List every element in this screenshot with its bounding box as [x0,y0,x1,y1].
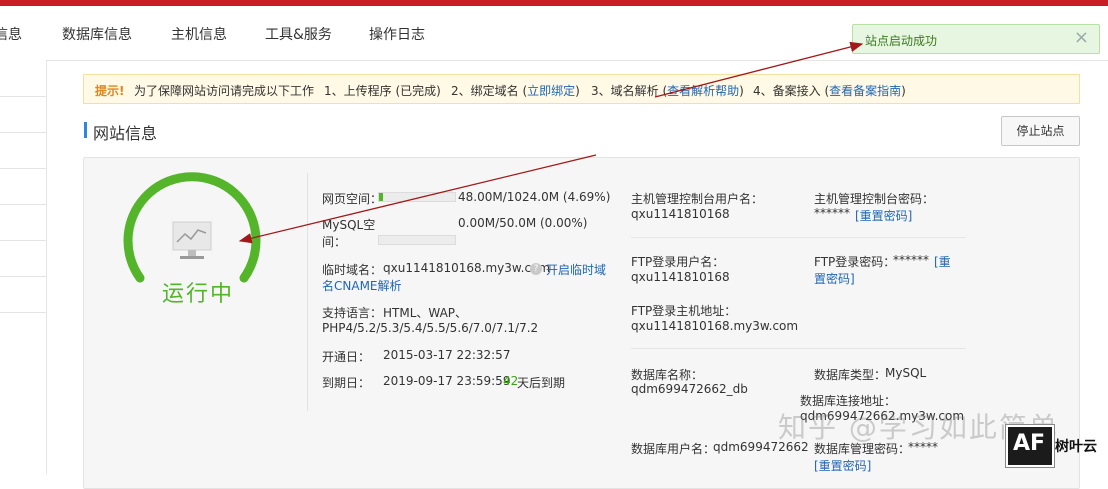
ftp-pwd-value: ****** [893,253,929,267]
nav-tab-info[interactable]: 信息 [0,24,22,44]
notice-step-dns: 3、域名解析 (查看解析帮助) [591,82,744,99]
nav-tab-tools-services[interactable]: 工具&服务 [265,24,332,44]
mysql-space-value: 0.00M/50.0M (0.00%) [458,216,588,230]
monitor-icon [172,221,212,259]
nav-tab-database-info[interactable]: 数据库信息 [62,24,132,44]
db-name-value: qdm699472662_db [631,382,748,396]
ctrl-user-label: 主机管理控制台用户名： [631,192,764,206]
sidebar-divider [0,240,46,241]
notice-step-text: ) [575,84,580,98]
ctrl-reset-password-link[interactable]: [重置密码] [855,207,912,224]
section-divider [631,237,966,238]
close-icon[interactable]: × [1074,27,1089,49]
sidebar-divider [0,168,46,169]
open-date-value: 2015-03-17 22:32:57 [383,348,511,362]
nav-tab-operation-log[interactable]: 操作日志 [369,24,425,44]
toast-message: 站点启动成功 [865,34,938,48]
db-type-label: 数据库类型： [814,368,887,382]
help-icon[interactable]: ? [530,261,542,275]
notice-step-upload: 1、上传程序 (已完成) [324,84,441,98]
ftp-reset-password-link-cont[interactable]: 置密码] [814,270,855,287]
web-space-bar [378,192,456,202]
open-date-label: 开通日： [322,350,371,364]
ftp-reset-password-link[interactable]: [重 [934,253,951,270]
mysql-space-label-1: MySQL空 [322,218,376,232]
notice-bar: 提示! 为了保障网站访问请完成以下工作 1、上传程序 (已完成) 2、绑定域名 … [83,74,1080,104]
section-divider [631,348,966,349]
web-space-label: 网页空间： [322,192,383,206]
temp-domain-value: qxu1141810168.my3w.com [383,261,551,275]
mysql-space-bar [378,235,456,245]
lang-value-2: PHP4/5.2/5.3/5.4/5.5/5.6/7.0/7.1/7.2 [322,321,539,335]
ftp-user-value: qxu1141810168 [631,270,730,284]
db-user-label: 数据库用户名： [631,442,716,456]
icp-guide-link[interactable]: 查看备案指南 [829,84,901,98]
db-type-value: MySQL [885,366,927,380]
sidebar-divider [0,204,46,205]
ctrl-user-value: qxu1141810168 [631,207,730,221]
mysql-space-label-2: 间： [322,235,347,249]
bind-domain-link[interactable]: 立即绑定 [527,84,575,98]
brand-logo: AF [1006,425,1054,467]
brand-logo-text: AF [1013,431,1046,456]
notice-step-text: ) [739,84,744,98]
web-space-bar-fill [379,193,383,201]
page-title: 网站信息 [93,124,158,143]
ctrl-pwd-value: ****** [814,206,850,220]
notice-step-bind-domain: 2、绑定域名 (立即绑定) [451,82,580,99]
sidebar-divider [0,312,46,313]
ftp-pwd-label: FTP登录密码： [814,255,896,269]
dns-help-link[interactable]: 查看解析帮助 [667,84,739,98]
notice-step-text: 4、备案接入 ( [753,84,830,98]
enable-cname-link[interactable]: 开启临时域 [546,261,606,278]
ftp-host-label: FTP登录主机地址： [631,304,737,318]
sidebar-divider [0,96,46,97]
temp-domain-label: 临时域名： [322,263,383,277]
notice-step-text: 3、域名解析 ( [591,84,668,98]
ftp-host-value: qxu1141810168.my3w.com [631,319,799,333]
sidebar [0,60,47,474]
db-name-label: 数据库名称： [631,368,704,382]
expire-days: 42 [503,374,519,388]
enable-cname-link-cont[interactable]: 名CNAME解析 [322,277,402,294]
column-divider [307,173,308,411]
expire-date-value: 2019-09-17 23:59:59 [383,374,511,388]
sidebar-divider [0,276,46,277]
lang-value-1: HTML、WAP、 [383,306,468,320]
lang-label: 支持语言： [322,306,383,320]
web-space-value: 48.00M/1024.0M (4.69%) [458,190,611,204]
title-accent [84,122,87,138]
notice-intro: 为了保障网站访问请完成以下工作 [134,84,315,98]
notice-step-text: 2、绑定域名 ( [451,84,528,98]
status-text: 运行中 [162,282,235,307]
brand-name: 树叶云 [1055,439,1097,455]
expire-suffix: 天后到期 [517,376,566,390]
sidebar-divider [0,132,46,133]
success-toast: 站点启动成功 × [852,24,1100,54]
stop-site-button[interactable]: 停止站点 [1001,116,1080,146]
notice-label: 提示! [95,84,125,98]
db-reset-password-link[interactable]: [重置密码] [814,457,871,474]
notice-step-icp: 4、备案接入 (查看备案指南) [753,82,906,99]
ftp-user-label: FTP登录用户名： [631,255,725,269]
nav-tab-host-info[interactable]: 主机信息 [171,24,227,44]
ctrl-pwd-label: 主机管理控制台密码： [814,192,935,206]
notice-step-text: ) [901,84,906,98]
expire-date-label: 到期日： [322,376,371,390]
